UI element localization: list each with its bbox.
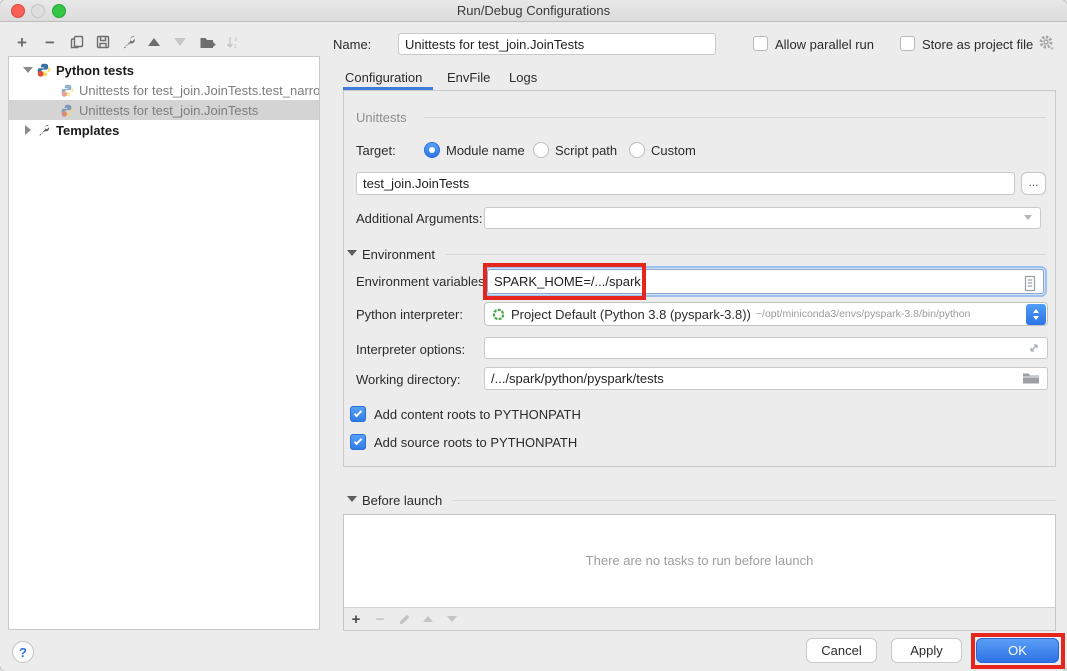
allow-parallel-run-label: Allow parallel run bbox=[775, 37, 874, 52]
target-input[interactable] bbox=[356, 172, 1015, 195]
gear-icon[interactable] bbox=[1038, 34, 1055, 56]
python-test-config-icon bbox=[61, 104, 74, 117]
sort-icon: az bbox=[222, 31, 244, 53]
target-label: Target: bbox=[356, 143, 396, 158]
move-up-icon[interactable] bbox=[143, 31, 165, 53]
python-test-config-icon bbox=[61, 84, 74, 97]
environment-variables-field-wrap bbox=[484, 266, 1047, 297]
interpreter-path: ~/opt/miniconda3/envs/pyspark-3.8/bin/py… bbox=[756, 308, 971, 320]
svg-text:z: z bbox=[234, 44, 237, 50]
move-task-up-icon bbox=[416, 609, 440, 629]
tree-item-label: Unittests for test_join.JoinTests.test_n… bbox=[79, 83, 319, 98]
env-vars-list-icon[interactable] bbox=[1023, 275, 1037, 297]
radio-script-path-label: Script path bbox=[555, 143, 617, 158]
radio-custom-label: Custom bbox=[651, 143, 696, 158]
radio-module-name-label: Module name bbox=[446, 143, 525, 158]
ok-button[interactable]: OK bbox=[976, 638, 1059, 663]
store-as-project-file-checkbox[interactable] bbox=[900, 36, 915, 51]
radio-module-name[interactable] bbox=[424, 142, 440, 158]
chevron-down-icon[interactable] bbox=[1024, 215, 1032, 220]
add-source-roots-checkbox[interactable] bbox=[350, 434, 366, 450]
before-launch-task-list[interactable]: There are no tasks to run before launch bbox=[344, 515, 1055, 607]
environment-variables-label: Environment variables: bbox=[356, 274, 488, 289]
add-task-icon[interactable]: + bbox=[344, 609, 368, 629]
additional-arguments-label: Additional Arguments: bbox=[356, 211, 482, 226]
tab-envfile[interactable]: EnvFile bbox=[447, 70, 490, 85]
templates-wrench-icon bbox=[37, 123, 51, 137]
name-input[interactable] bbox=[398, 33, 716, 55]
add-icon[interactable]: + bbox=[11, 31, 33, 53]
radio-custom[interactable] bbox=[629, 142, 645, 158]
environment-separator bbox=[446, 254, 1046, 255]
copy-icon[interactable] bbox=[66, 31, 88, 53]
interpreter-options-label: Interpreter options: bbox=[356, 342, 465, 357]
python-interpreter-select[interactable]: Project Default (Python 3.8 (pyspark-3.8… bbox=[484, 302, 1048, 326]
tab-configuration[interactable]: Configuration bbox=[345, 70, 422, 85]
unittests-section-title: Unittests bbox=[356, 110, 407, 125]
expand-arrow-icon[interactable] bbox=[23, 67, 33, 73]
working-directory-input[interactable] bbox=[484, 367, 1048, 390]
cancel-button[interactable]: Cancel bbox=[806, 638, 877, 663]
configurations-tree: Python tests Unittests for test_join.Joi… bbox=[8, 56, 320, 630]
environment-variables-input[interactable] bbox=[487, 269, 1044, 294]
before-launch-panel: There are no tasks to run before launch … bbox=[343, 514, 1056, 631]
interpreter-value: Project Default (Python 3.8 (pyspark-3.8… bbox=[511, 307, 751, 322]
add-content-roots-label: Add content roots to PYTHONPATH bbox=[374, 407, 581, 422]
store-as-project-file-label: Store as project file bbox=[922, 37, 1033, 52]
before-launch-empty-message: There are no tasks to run before launch bbox=[344, 553, 1055, 568]
move-task-down-icon bbox=[440, 609, 464, 629]
folder-icon[interactable] bbox=[1022, 372, 1040, 390]
move-down-icon bbox=[169, 31, 191, 53]
before-launch-section-title: Before launch bbox=[362, 493, 442, 508]
add-content-roots-checkbox[interactable] bbox=[350, 406, 366, 422]
stepper-down-icon bbox=[1033, 316, 1039, 320]
tree-item-label: Templates bbox=[56, 123, 119, 138]
run-debug-configurations-dialog: Run/Debug Configurations + − az Python t… bbox=[0, 0, 1067, 671]
tree-item-test-narrow[interactable]: Unittests for test_join.JoinTests.test_n… bbox=[9, 80, 319, 100]
new-folder-icon[interactable] bbox=[196, 31, 218, 53]
window-title: Run/Debug Configurations bbox=[0, 0, 1067, 22]
before-launch-toolbar: + − bbox=[344, 607, 1055, 630]
allow-parallel-run-checkbox[interactable] bbox=[753, 36, 768, 51]
tree-item-jointests-selected[interactable]: Unittests for test_join.JoinTests bbox=[9, 100, 319, 120]
working-directory-label: Working directory: bbox=[356, 372, 461, 387]
add-source-roots-label: Add source roots to PYTHONPATH bbox=[374, 435, 577, 450]
expand-field-icon[interactable] bbox=[1027, 341, 1041, 360]
svg-text:a: a bbox=[234, 37, 238, 43]
check-icon bbox=[354, 437, 362, 445]
tree-item-label: Python tests bbox=[56, 63, 134, 78]
save-icon[interactable] bbox=[92, 31, 114, 53]
conda-interpreter-icon bbox=[492, 308, 505, 321]
radio-dot bbox=[429, 147, 435, 153]
environment-collapse-icon[interactable] bbox=[347, 250, 357, 256]
browse-button[interactable]: ... bbox=[1021, 172, 1046, 195]
remove-task-icon: − bbox=[368, 609, 392, 629]
help-button[interactable]: ? bbox=[12, 641, 34, 663]
before-launch-collapse-icon[interactable] bbox=[347, 496, 357, 502]
tree-item-label: Unittests for test_join.JoinTests bbox=[79, 103, 258, 118]
collapse-arrow-icon[interactable] bbox=[25, 125, 31, 135]
additional-arguments-input[interactable] bbox=[484, 207, 1041, 229]
interpreter-options-input[interactable] bbox=[484, 337, 1048, 359]
radio-script-path[interactable] bbox=[533, 142, 549, 158]
apply-button[interactable]: Apply bbox=[891, 638, 962, 663]
check-icon bbox=[354, 409, 362, 417]
before-launch-separator bbox=[452, 500, 1056, 501]
unittests-separator bbox=[424, 117, 1046, 118]
remove-icon[interactable]: − bbox=[39, 31, 61, 53]
tree-item-templates[interactable]: Templates bbox=[9, 120, 319, 140]
tab-logs[interactable]: Logs bbox=[509, 70, 537, 85]
tree-item-python-tests[interactable]: Python tests bbox=[9, 60, 319, 80]
stepper-up-icon bbox=[1033, 309, 1039, 313]
environment-section-title: Environment bbox=[362, 247, 435, 262]
edit-templates-icon[interactable] bbox=[118, 31, 140, 53]
edit-task-icon bbox=[392, 609, 416, 629]
name-label: Name: bbox=[333, 37, 371, 52]
python-interpreter-label: Python interpreter: bbox=[356, 307, 463, 322]
python-tests-icon bbox=[37, 63, 51, 77]
title-bar: Run/Debug Configurations bbox=[0, 0, 1067, 22]
interpreter-stepper[interactable] bbox=[1026, 304, 1046, 325]
